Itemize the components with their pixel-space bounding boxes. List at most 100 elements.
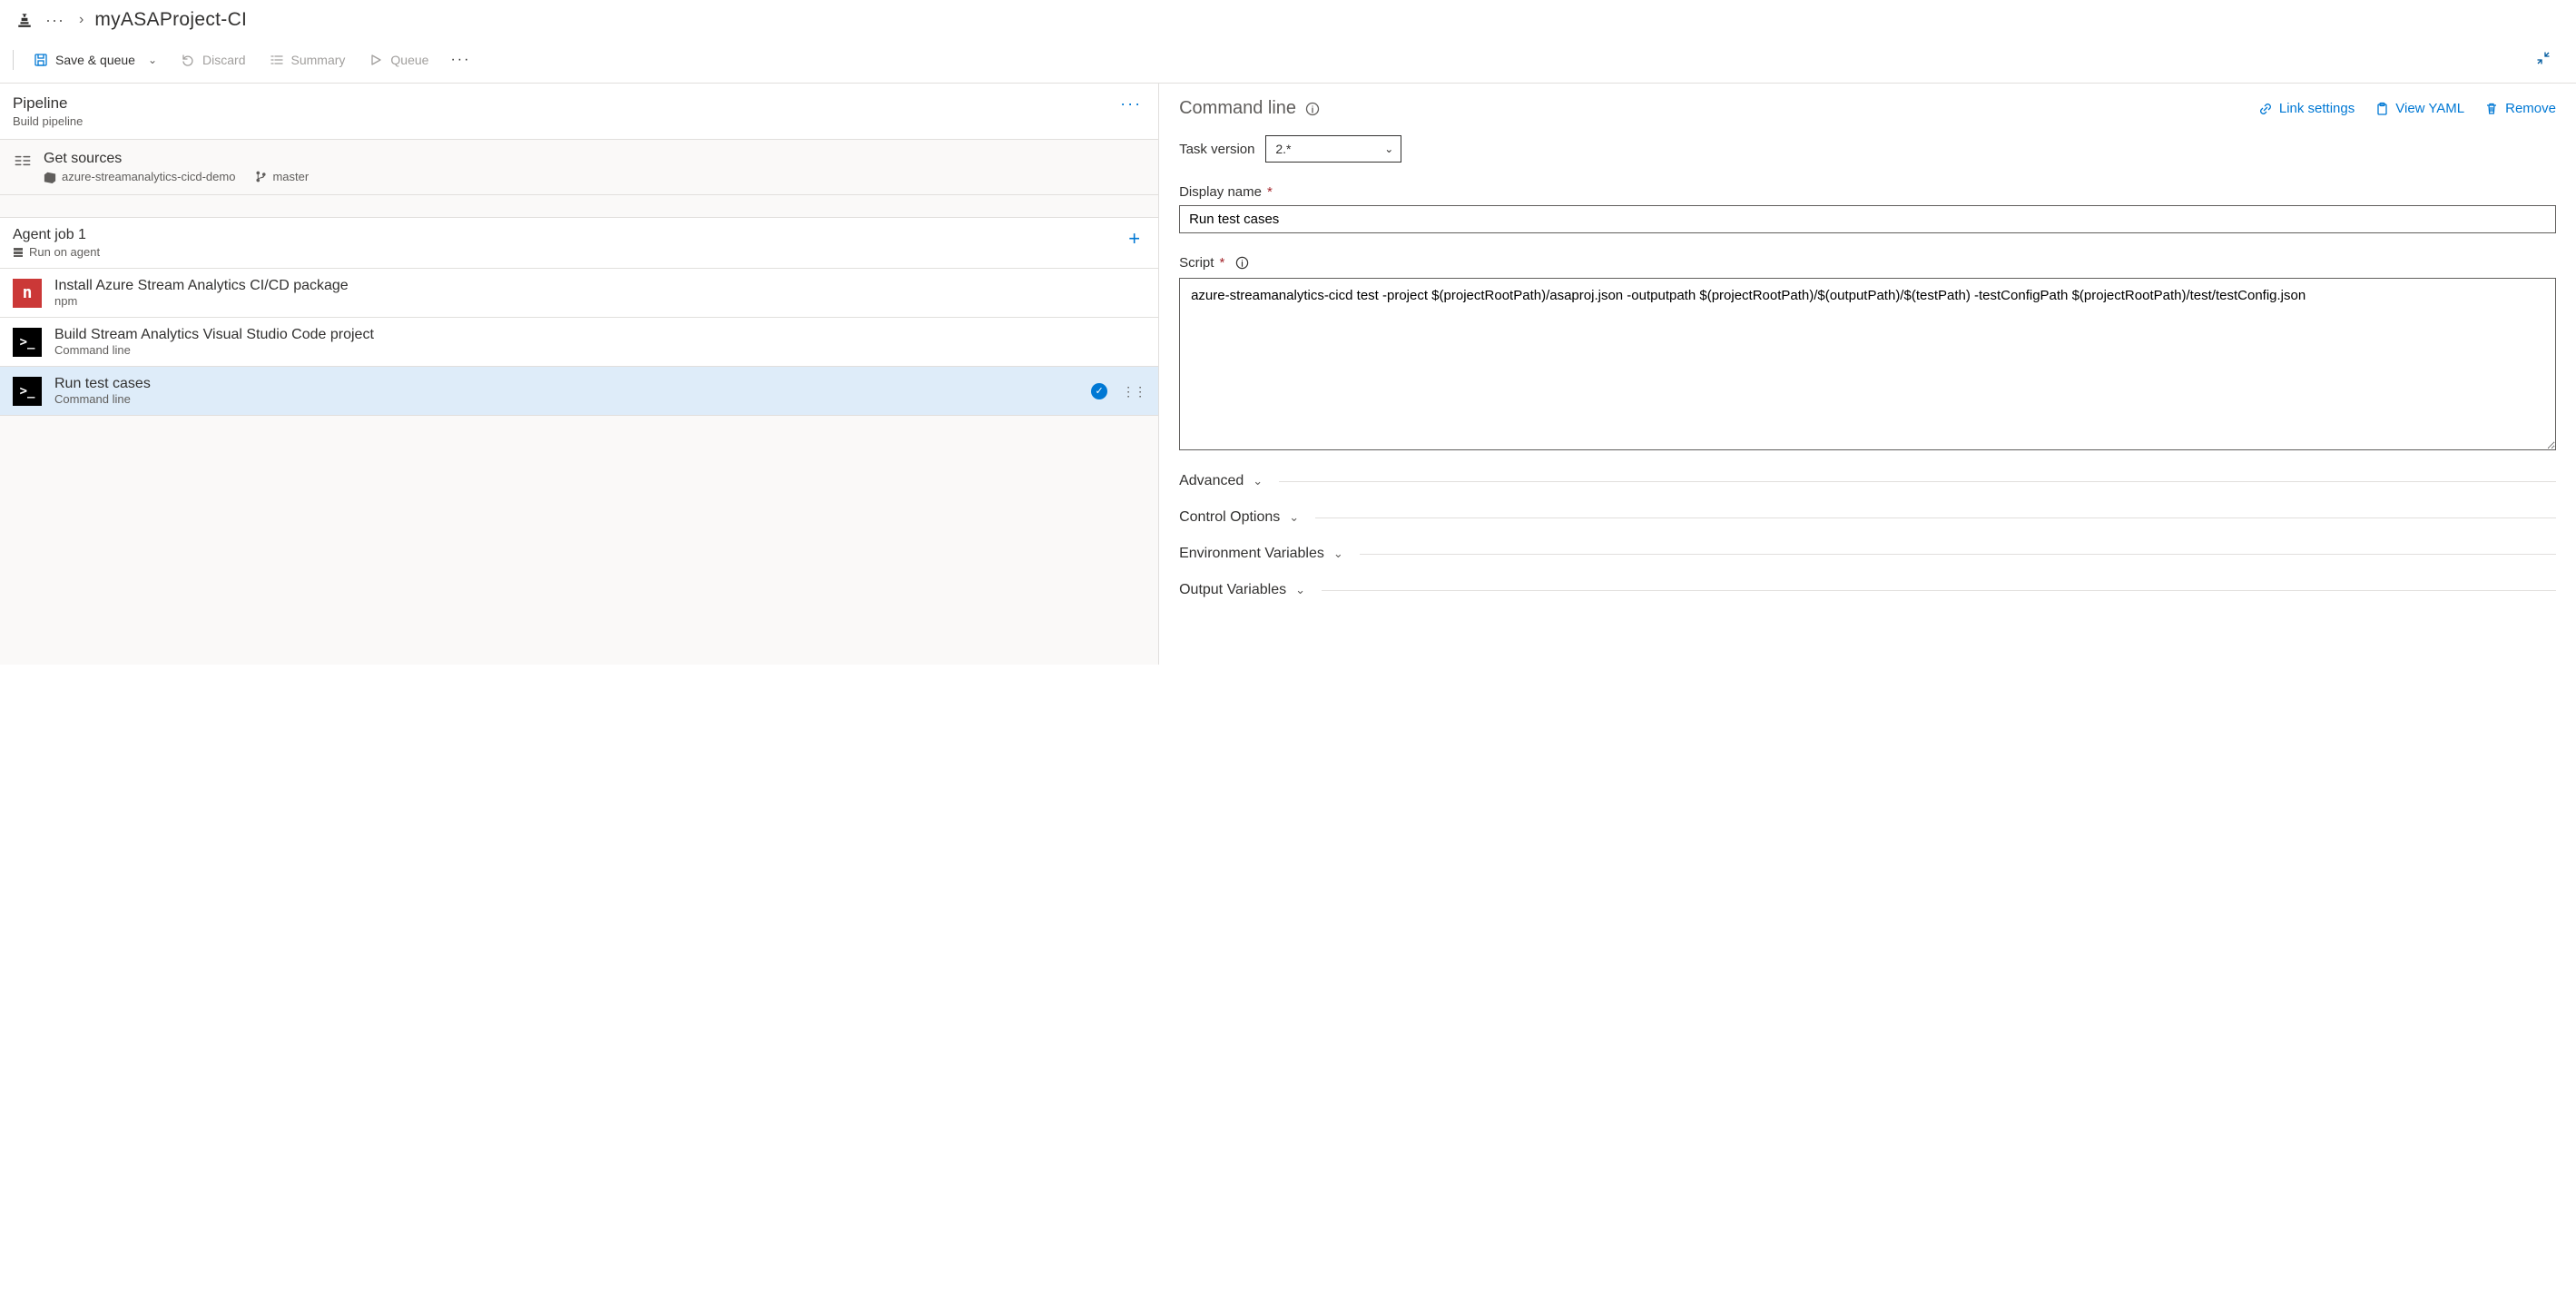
- branch-info: master: [255, 170, 309, 183]
- breadcrumb-title: myASAProject-CI: [94, 9, 247, 31]
- link-settings-label: Link settings: [2279, 101, 2355, 116]
- task-valid-check-icon: ✓: [1091, 383, 1107, 399]
- undo-icon: [181, 53, 195, 67]
- output-vars-section-toggle[interactable]: Output Variables ⌄: [1179, 582, 2556, 598]
- link-icon: [2258, 102, 2273, 116]
- panel-title: Command line: [1179, 98, 1296, 119]
- queue-label: Queue: [390, 53, 428, 67]
- toolbar-divider: [13, 50, 14, 70]
- save-queue-label: Save & queue: [55, 53, 135, 67]
- chevron-down-icon: ⌄: [1295, 583, 1305, 597]
- chevron-down-icon: ⌄: [1289, 510, 1299, 525]
- task-row[interactable]: n Install Azure Stream Analytics CI/CD p…: [0, 269, 1158, 318]
- view-yaml-label: View YAML: [2395, 101, 2464, 116]
- agent-job-row[interactable]: Agent job 1 Run on agent +: [0, 217, 1158, 269]
- task-details-panel: Command line Link settings View YAML: [1159, 84, 2576, 665]
- agent-job-subtitle: Run on agent: [29, 245, 100, 259]
- chevron-down-icon: ⌄: [1384, 143, 1393, 155]
- drag-handle[interactable]: ⋮⋮: [1120, 389, 1145, 394]
- commandline-icon: >_: [13, 328, 42, 357]
- chevron-right-icon: ›: [77, 12, 85, 28]
- advanced-section-toggle[interactable]: Advanced ⌄: [1179, 473, 2556, 489]
- task-subtitle: Command line: [54, 343, 374, 357]
- env-vars-section-toggle[interactable]: Environment Variables ⌄: [1179, 546, 2556, 562]
- task-version-value: 2.*: [1275, 142, 1291, 156]
- env-vars-label: Environment Variables: [1179, 546, 1324, 562]
- toolbar-right: [2531, 45, 2563, 74]
- remove-label: Remove: [2505, 101, 2556, 116]
- pipeline-subtitle: Build pipeline: [13, 114, 83, 128]
- display-name-row: Display name *: [1179, 184, 2556, 233]
- display-name-input[interactable]: [1179, 205, 2556, 233]
- panel-header: Command line Link settings View YAML: [1179, 98, 2556, 119]
- info-icon[interactable]: [1305, 102, 1320, 116]
- get-sources-row[interactable]: Get sources azure-streamanalytics-cicd-d…: [0, 140, 1158, 195]
- repo-info: azure-streamanalytics-cicd-demo: [44, 170, 235, 183]
- discard-button[interactable]: Discard: [172, 47, 254, 73]
- task-title: Install Azure Stream Analytics CI/CD pac…: [54, 278, 349, 294]
- pipeline-icon: [16, 12, 33, 28]
- collapse-fullscreen-button[interactable]: [2531, 45, 2556, 74]
- script-label: Script: [1179, 255, 1214, 271]
- remove-button[interactable]: Remove: [2484, 101, 2556, 116]
- summary-label: Summary: [291, 53, 346, 67]
- task-version-label: Task version: [1179, 142, 1254, 157]
- play-icon: [369, 53, 383, 67]
- section-line: [1279, 481, 2556, 482]
- output-vars-label: Output Variables: [1179, 582, 1286, 598]
- branch-icon: [255, 171, 267, 182]
- branch-name: master: [272, 170, 309, 183]
- view-yaml-button[interactable]: View YAML: [2374, 101, 2464, 116]
- save-icon: [34, 53, 48, 67]
- breadcrumb-ellipsis[interactable]: ···: [42, 11, 68, 30]
- clipboard-icon: [2374, 102, 2389, 116]
- discard-label: Discard: [202, 53, 245, 67]
- task-version-row: Task version 2.* ⌄: [1179, 135, 2556, 163]
- section-line: [1360, 554, 2556, 555]
- toolbar: Save & queue ⌄ Discard Summary Queue ···: [0, 44, 2576, 83]
- script-textarea[interactable]: [1179, 278, 2556, 450]
- npm-icon: n: [13, 279, 42, 308]
- trash-icon: [2484, 102, 2499, 116]
- breadcrumb: ··· › myASAProject-CI: [0, 0, 2576, 44]
- task-subtitle: npm: [54, 294, 349, 308]
- agent-job-title: Agent job 1: [13, 227, 100, 243]
- pipeline-header-row[interactable]: Pipeline Build pipeline ···: [0, 84, 1158, 140]
- task-title: Build Stream Analytics Visual Studio Cod…: [54, 327, 374, 343]
- script-row: Script *: [1179, 255, 2556, 453]
- task-subtitle: Command line: [54, 392, 151, 406]
- required-asterisk: *: [1219, 255, 1224, 271]
- commandline-icon: >_: [13, 377, 42, 406]
- required-asterisk: *: [1267, 184, 1273, 200]
- chevron-down-icon: ⌄: [1253, 474, 1263, 488]
- queue-button[interactable]: Queue: [359, 47, 438, 73]
- sources-icon: [13, 151, 33, 171]
- control-options-section-toggle[interactable]: Control Options ⌄: [1179, 509, 2556, 526]
- display-name-label: Display name: [1179, 184, 1262, 200]
- pipeline-outline: Pipeline Build pipeline ··· Get sources …: [0, 84, 1159, 665]
- azure-devops-icon: [44, 171, 56, 183]
- info-icon[interactable]: [1235, 256, 1249, 270]
- add-task-button[interactable]: +: [1123, 227, 1145, 251]
- task-row[interactable]: >_ Build Stream Analytics Visual Studio …: [0, 318, 1158, 367]
- task-row-selected[interactable]: >_ Run test cases Command line ✓ ⋮⋮: [0, 367, 1158, 416]
- chevron-down-icon: ⌄: [143, 54, 157, 66]
- pipeline-more-button[interactable]: ···: [1116, 94, 1145, 113]
- pipeline-title: Pipeline: [13, 94, 83, 113]
- advanced-label: Advanced: [1179, 473, 1244, 489]
- section-line: [1322, 590, 2556, 591]
- toolbar-more-button[interactable]: ···: [443, 46, 477, 74]
- list-icon: [270, 53, 284, 67]
- task-version-select[interactable]: 2.* ⌄: [1265, 135, 1401, 163]
- repo-name: azure-streamanalytics-cicd-demo: [62, 170, 235, 183]
- summary-button[interactable]: Summary: [261, 47, 355, 73]
- get-sources-title: Get sources: [44, 151, 309, 167]
- task-title: Run test cases: [54, 376, 151, 392]
- collapse-icon: [2536, 51, 2551, 65]
- main-split: Pipeline Build pipeline ··· Get sources …: [0, 83, 2576, 665]
- chevron-down-icon: ⌄: [1333, 547, 1343, 561]
- link-settings-button[interactable]: Link settings: [2258, 101, 2355, 116]
- control-options-label: Control Options: [1179, 509, 1280, 526]
- server-icon: [13, 247, 24, 258]
- save-queue-button[interactable]: Save & queue ⌄: [25, 47, 166, 73]
